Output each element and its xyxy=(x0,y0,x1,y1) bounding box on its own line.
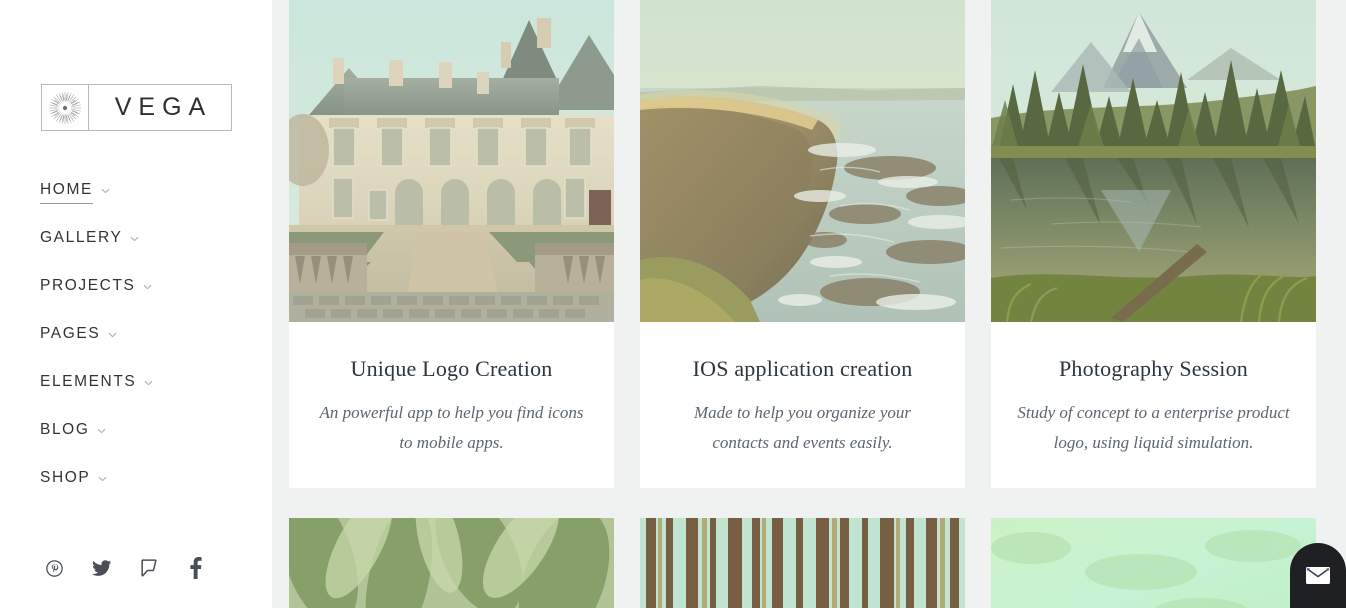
card-title: IOS application creation xyxy=(692,356,913,381)
sidebar: VEGA HOME GALLERY PROJECTS PAGES ELEMENT… xyxy=(0,0,272,608)
nav-label: BLOG xyxy=(40,421,90,438)
nav-item-home[interactable]: HOME xyxy=(40,177,110,207)
service-card[interactable]: Photography Session Study of concept to … xyxy=(991,0,1316,489)
nav-label: ELEMENTS xyxy=(40,373,137,390)
site-logo[interactable]: VEGA xyxy=(41,84,232,131)
contact-mail-tab[interactable] xyxy=(1290,543,1346,608)
nav-label: PAGES xyxy=(40,325,101,342)
service-card[interactable]: IOS application creation Made to help yo… xyxy=(640,0,965,489)
chateau-courtyard-photo xyxy=(289,0,614,322)
nav-label: PROJECTS xyxy=(40,277,136,294)
card-grid-row-2 xyxy=(289,518,1329,608)
chevron-down-icon xyxy=(130,236,139,242)
nav-item-pages[interactable]: PAGES xyxy=(40,321,117,351)
chevron-down-icon xyxy=(143,284,152,290)
brand-name: VEGA xyxy=(114,93,213,121)
nav-item-shop[interactable]: SHOP xyxy=(40,465,107,495)
card-title: Photography Session xyxy=(1059,356,1248,381)
foursquare-icon[interactable] xyxy=(136,553,161,583)
twitter-icon[interactable] xyxy=(89,553,114,583)
social-links xyxy=(42,553,208,583)
envelope-icon xyxy=(1306,567,1330,584)
nav-item-elements[interactable]: ELEMENTS xyxy=(40,369,153,399)
facebook-icon[interactable] xyxy=(183,553,208,583)
nav-item-projects[interactable]: PROJECTS xyxy=(40,273,152,303)
nav-item-blog[interactable]: BLOG xyxy=(40,417,106,447)
chevron-down-icon xyxy=(144,380,153,386)
service-card[interactable] xyxy=(991,518,1316,608)
soft-green-photo xyxy=(991,518,1316,608)
card-body: Photography Session Study of concept to … xyxy=(991,322,1316,488)
chevron-down-icon xyxy=(101,188,110,194)
card-body: IOS application creation Made to help yo… xyxy=(640,322,965,488)
service-card[interactable] xyxy=(289,518,614,608)
main-navigation: HOME GALLERY PROJECTS PAGES ELEMENTS BLO… xyxy=(0,177,272,495)
sunburst-icon xyxy=(42,85,89,130)
pinterest-icon[interactable] xyxy=(42,553,67,583)
card-description: Study of concept to a enterprise product… xyxy=(1017,403,1290,453)
card-grid-row-1: Unique Logo Creation An powerful app to … xyxy=(289,0,1329,489)
card-title: Unique Logo Creation xyxy=(350,356,553,381)
service-card[interactable] xyxy=(640,518,965,608)
nav-label: GALLERY xyxy=(40,229,123,246)
main-content: Unique Logo Creation An powerful app to … xyxy=(272,0,1346,608)
chevron-down-icon xyxy=(108,332,117,338)
service-card[interactable]: Unique Logo Creation An powerful app to … xyxy=(289,0,614,489)
mountain-lake-photo xyxy=(991,0,1316,322)
nav-label: SHOP xyxy=(40,469,91,486)
card-description: Made to help you organize your contacts … xyxy=(693,403,912,453)
forest-trunks-photo xyxy=(640,518,965,608)
chevron-down-icon xyxy=(97,428,106,434)
card-description: An powerful app to help you find icons t… xyxy=(319,403,584,453)
nav-item-gallery[interactable]: GALLERY xyxy=(40,225,139,255)
card-body: Unique Logo Creation An powerful app to … xyxy=(289,322,614,488)
nav-label: HOME xyxy=(40,181,93,204)
tropical-leaves-photo xyxy=(289,518,614,608)
chevron-down-icon xyxy=(98,476,107,482)
sea-cliffs-photo xyxy=(640,0,965,322)
